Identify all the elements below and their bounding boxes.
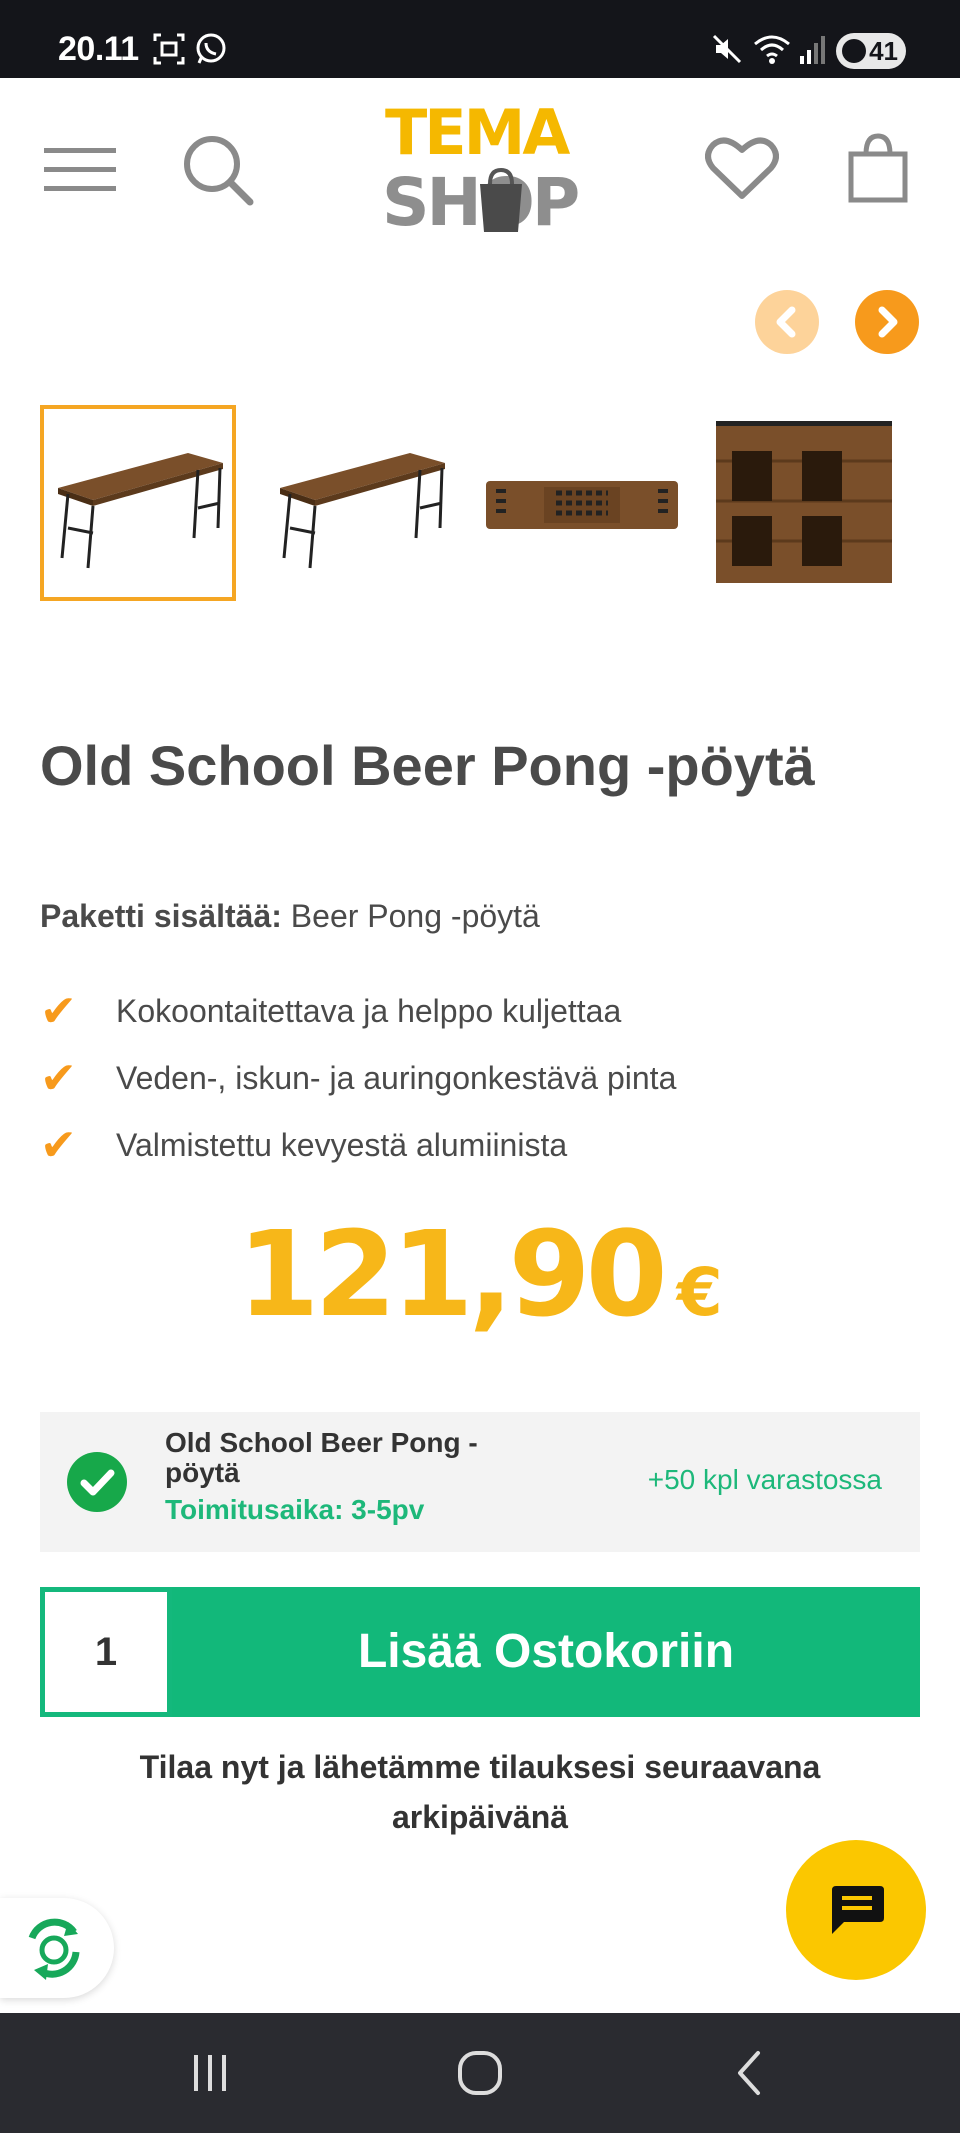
search-button[interactable] [182,134,256,213]
product-thumbnail-1[interactable] [40,405,236,601]
stock-product-name: Old School Beer Pong -pöytä [165,1427,478,1488]
site-header: TEMA SHOP [0,78,960,268]
feature-item: ✔ Kokoontaitettava ja helppo kuljettaa [40,987,622,1036]
checkmark-icon: ✔ [40,1121,77,1170]
carousel-prev-button[interactable] [755,290,819,354]
chat-button[interactable] [786,1840,926,1980]
table-angled-image [280,453,445,569]
back-button[interactable] [720,2043,780,2103]
checkmark-icon: ✔ [40,1054,77,1103]
heart-icon [705,137,779,199]
signal-icon [800,36,825,64]
back-icon [738,2051,760,2095]
shopping-bag-icon [848,133,908,203]
shopping-bag-logo-icon [480,167,522,232]
carousel-next-button[interactable] [855,290,919,354]
search-icon [184,136,254,206]
home-icon [458,2051,502,2095]
recycle-widget-button[interactable] [0,1898,114,1998]
wishlist-button[interactable] [705,136,779,207]
in-stock-check-icon [67,1452,127,1512]
whatsapp-icon [196,33,226,64]
shipping-note: Tilaa nyt ja lähetämme tilauksesi seuraa… [139,1749,821,1835]
wifi-icon [754,35,790,64]
chat-bubble-icon [832,1886,884,1934]
status-bar: 20.11 41 [0,0,960,78]
home-button[interactable] [450,2043,510,2103]
recent-apps-icon [194,2055,226,2091]
price-amount: 121,90 [237,1205,667,1343]
hamburger-icon [44,148,116,191]
table-angled-image [58,453,223,569]
package-contents: Paketti sisältää: Beer Pong -pöytä [40,898,540,935]
screenshot-icon [153,33,185,65]
package-value: Beer Pong -pöytä [281,898,540,934]
product-price: 121,90 € [0,1205,960,1343]
cart-button[interactable] [846,132,910,209]
battery-level: 41 [869,36,898,66]
delivery-time: Toimitusaika: 3-5pv [165,1494,425,1525]
chevron-right-icon [878,306,898,338]
system-nav-bar [0,2013,960,2133]
add-to-cart-button[interactable]: Lisää Ostokoriin [172,1587,920,1717]
package-label: Paketti sisältää: [40,898,282,934]
product-thumbnail-2[interactable] [262,405,458,601]
chevron-left-icon [776,306,796,338]
checkmark-icon: ✔ [40,987,77,1036]
price-currency: € [676,1254,723,1331]
quantity-input[interactable] [40,1587,172,1717]
tema-shop-logo[interactable]: TEMA SHOP [380,96,580,246]
battery-indicator: 41 [836,33,906,69]
product-thumbnail-4[interactable] [706,405,902,601]
feature-list: ✔ Kokoontaitettava ja helppo kuljettaa ✔… [40,978,676,1179]
battery-saver-icon [842,39,866,63]
table-top-image [486,481,678,529]
recent-apps-button[interactable] [180,2043,240,2103]
stock-info: Old School Beer Pong -pöytä Toimitusaika… [40,1412,920,1552]
product-thumbnail-3[interactable] [484,405,680,601]
status-time: 20.11 [58,30,139,68]
menu-button[interactable] [44,146,116,199]
table-closeup-image [716,421,892,583]
product-title: Old School Beer Pong -pöytä [40,734,815,797]
feature-item: ✔ Veden-, iskun- ja auringonkestävä pint… [40,1054,677,1103]
feature-item: ✔ Valmistettu kevyestä alumiinista [40,1121,568,1170]
recycle-icon [28,1918,80,1980]
stock-quantity: +50 kpl varastossa [647,1464,882,1495]
mute-icon [712,34,742,64]
